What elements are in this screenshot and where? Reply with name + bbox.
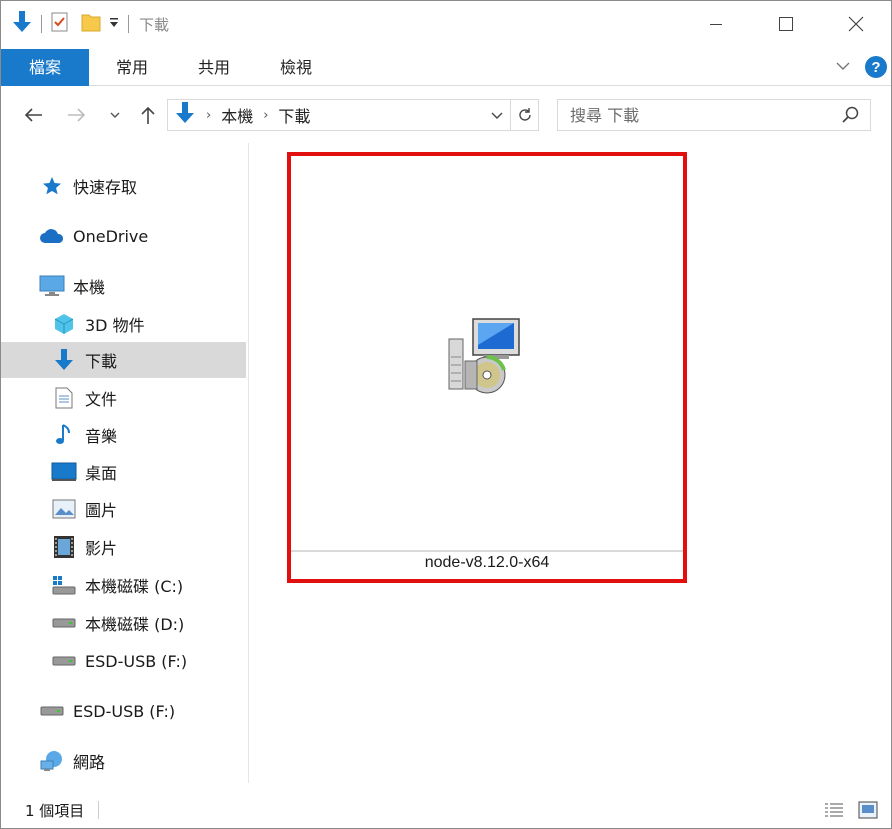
- view-switcher: [821, 799, 881, 821]
- tab-share[interactable]: 共用: [187, 49, 241, 86]
- address-history-dropdown-icon[interactable]: [490, 108, 504, 126]
- sidebar-item-desktop[interactable]: 桌面: [51, 454, 241, 490]
- system-drive-icon: [51, 573, 77, 597]
- sidebar-item-label: 桌面: [85, 464, 118, 483]
- music-note-icon: [51, 423, 77, 447]
- sidebar-item-label: 網路: [73, 753, 106, 772]
- sidebar-item-network[interactable]: 網路: [39, 743, 239, 779]
- navigation-bar: › 本機 › 下載: [1, 87, 891, 143]
- recent-locations-dropdown[interactable]: [105, 101, 125, 129]
- sidebar-item-this-pc[interactable]: 本機: [39, 268, 239, 304]
- usb-drive-icon: [39, 699, 65, 723]
- breadcrumb-chevron-icon[interactable]: ›: [263, 108, 268, 123]
- window-title: 下載: [139, 15, 170, 34]
- title-bar: 下載: [1, 1, 891, 47]
- back-button[interactable]: [19, 101, 47, 129]
- sidebar-item-label: 下載: [85, 352, 118, 371]
- sidebar-item-3d-objects[interactable]: 3D 物件: [51, 306, 241, 342]
- sidebar-item-label: ESD-USB (F:): [73, 701, 176, 721]
- status-bar: 1 個項目: [1, 791, 891, 829]
- sidebar-item-music[interactable]: 音樂: [51, 417, 241, 453]
- download-arrow-icon: [51, 348, 77, 372]
- sidebar-item-label: 本機磁碟 (D:): [85, 615, 185, 634]
- download-folder-icon: [11, 10, 33, 38]
- sidebar-item-documents[interactable]: 文件: [51, 380, 241, 416]
- sidebar-item-label: 影片: [85, 539, 118, 558]
- ribbon-tabs: 檔案 常用 共用 檢視 ?: [1, 49, 891, 86]
- sidebar-item-onedrive[interactable]: OneDrive: [39, 218, 239, 254]
- monitor-icon: [39, 274, 65, 298]
- customize-toolbar-dropdown-icon[interactable]: [108, 15, 120, 33]
- tab-home[interactable]: 常用: [105, 49, 159, 86]
- sidebar-item-label: 音樂: [85, 427, 118, 446]
- sidebar-item-label: 圖片: [85, 501, 118, 520]
- toolbar-separator: [128, 15, 129, 33]
- tab-view[interactable]: 檢視: [269, 49, 323, 86]
- window-controls: [681, 1, 891, 47]
- quick-access-toolbar: 下載: [1, 1, 169, 47]
- download-location-icon: [174, 101, 196, 129]
- help-button[interactable]: ?: [865, 56, 887, 78]
- usb-drive-icon: [51, 649, 77, 673]
- film-icon: [51, 535, 77, 559]
- sidebar-item-downloads[interactable]: 下載: [1, 342, 246, 378]
- item-count: 1 個項目: [25, 801, 85, 820]
- file-explorer-window: 下載 檔案 常用 共用 檢視 ? › 本機 › 下載 搜尋 下載 快速存取 On…: [0, 0, 892, 829]
- cloud-icon: [39, 224, 65, 248]
- search-icon[interactable]: [842, 106, 860, 128]
- document-icon: [51, 386, 77, 410]
- drive-icon: [51, 611, 77, 635]
- forward-button[interactable]: [63, 101, 91, 129]
- sidebar-item-label: OneDrive: [73, 226, 149, 246]
- ribbon-right-controls: ?: [835, 56, 887, 78]
- status-separator: [98, 801, 100, 819]
- file-highlight-box: [287, 152, 687, 583]
- sidebar-item-label: 本機: [73, 278, 106, 297]
- sidebar-item-usb-f-root[interactable]: ESD-USB (F:): [39, 693, 239, 729]
- refresh-button[interactable]: [511, 99, 539, 131]
- search-box[interactable]: [557, 99, 871, 131]
- navigation-pane: 快速存取 OneDrive 本機 3D 物件 下載 文件 音樂 桌面 圖片 影片…: [1, 143, 249, 783]
- sidebar-item-label: 文件: [85, 390, 118, 409]
- large-icons-view-button[interactable]: [855, 799, 881, 821]
- maximize-button[interactable]: [751, 1, 821, 47]
- sidebar-item-label: 3D 物件: [85, 316, 145, 335]
- sidebar-item-quick-access[interactable]: 快速存取: [39, 168, 239, 204]
- sidebar-item-label: ESD-USB (F:): [85, 651, 188, 671]
- close-button[interactable]: [821, 1, 891, 47]
- desktop-icon: [51, 460, 77, 484]
- toolbar-separator: [41, 15, 42, 33]
- sidebar-item-label: 本機磁碟 (C:): [85, 577, 184, 596]
- sidebar-item-label: 快速存取: [73, 178, 138, 197]
- picture-icon: [51, 497, 77, 521]
- search-input[interactable]: [570, 105, 830, 125]
- properties-icon[interactable]: [50, 11, 70, 37]
- sidebar-item-videos[interactable]: 影片: [51, 529, 241, 565]
- cube-icon: [51, 312, 77, 336]
- breadcrumb-this-pc[interactable]: 本機: [221, 103, 253, 127]
- details-view-button[interactable]: [821, 799, 847, 821]
- breadcrumb-downloads[interactable]: 下載: [278, 103, 310, 127]
- sidebar-item-drive-c[interactable]: 本機磁碟 (C:): [51, 567, 241, 603]
- up-button[interactable]: [135, 101, 161, 129]
- sidebar-item-drive-d[interactable]: 本機磁碟 (D:): [51, 605, 241, 641]
- sidebar-item-pictures[interactable]: 圖片: [51, 491, 241, 527]
- new-folder-icon[interactable]: [80, 11, 102, 37]
- tab-file[interactable]: 檔案: [1, 49, 89, 86]
- network-icon: [39, 749, 65, 773]
- sidebar-item-usb-f[interactable]: ESD-USB (F:): [51, 643, 241, 679]
- expand-ribbon-icon[interactable]: [835, 58, 851, 76]
- star-icon: [39, 174, 65, 198]
- breadcrumb-chevron-icon[interactable]: ›: [206, 108, 211, 123]
- minimize-button[interactable]: [681, 1, 751, 47]
- address-bar[interactable]: › 本機 › 下載: [167, 99, 511, 131]
